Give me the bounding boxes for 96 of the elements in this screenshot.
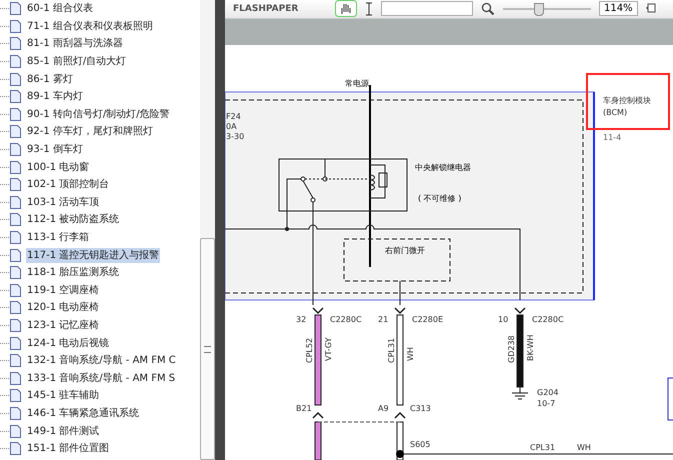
document-icon [10, 372, 21, 385]
document-icon [10, 178, 21, 192]
hand-tool-icon[interactable] [335, 0, 357, 18]
document-icon [10, 90, 21, 104]
tree-item[interactable]: 85-1 前照灯/自动大灯 [26, 54, 128, 70]
wire-color-label: VT-GY [324, 338, 333, 361]
module-name: 车身控制模块 [603, 96, 651, 105]
document-icon [10, 301, 21, 314]
document-icon [10, 55, 21, 68]
document-icon [10, 2, 21, 16]
tree-item[interactable]: 145-1 驻车辅助 [26, 388, 100, 404]
document-icon [10, 406, 21, 420]
tree-item[interactable]: 132-1 音响系统/导航 - AM FM C [26, 353, 177, 368]
pin-number: 21 [378, 315, 388, 324]
document-icon [10, 266, 21, 280]
document-icon [10, 160, 21, 174]
pin-number: 32 [296, 315, 306, 324]
tree-item[interactable]: 118-1 胎压监测系统 [26, 265, 120, 280]
connector-label: C2280E [412, 315, 443, 324]
tree-item[interactable]: 86-1 雾灯 [26, 72, 74, 87]
module-ref: 11-4 [603, 133, 622, 142]
tree-item[interactable]: 92-1 停车灯，尾灯和牌照灯 [26, 124, 154, 140]
wire [314, 422, 322, 460]
tree-item[interactable]: 90-1 转向信号灯/制动灯/危险警 [26, 106, 171, 122]
connector-label: C2280C [330, 315, 362, 324]
tree-item[interactable]: 123-1 记忆座椅 [26, 318, 100, 333]
logo-text: FLASHPAPER [233, 4, 300, 14]
module-abbr: (BCM) [603, 108, 628, 117]
tree-item[interactable]: 112-1 被动防盗系统 [26, 212, 120, 228]
tree-item[interactable]: 117-1 遥控无钥匙进入与报警 [26, 248, 160, 263]
document-icon [10, 231, 21, 244]
fuse-label: 0A [226, 122, 237, 131]
ground-icon [512, 386, 528, 400]
tree-item[interactable]: 124-1 电动后视镜 [26, 336, 110, 351]
tree-item[interactable]: 60-1 组合仪表 [26, 1, 94, 16]
text-select-icon[interactable] [365, 2, 373, 16]
fuse-label: 3-30 [226, 132, 244, 141]
tree-item[interactable]: 151-1 部件位置图 [26, 441, 110, 456]
tree-item[interactable]: 149-1 部件测试 [26, 424, 100, 439]
ground-label: G204 [537, 388, 558, 397]
tree-item[interactable]: 133-1 音响系统/导航 - AM FM S [26, 370, 176, 386]
document-icon [10, 213, 21, 226]
pin-number: B21 [296, 404, 312, 413]
screen-icon[interactable] [646, 2, 656, 15]
search-icon[interactable] [481, 2, 495, 16]
relay-note: ( 不可维修 ) [418, 194, 462, 203]
circuit-label: CPL52 [305, 338, 314, 363]
zoom-field[interactable]: 114% [599, 1, 638, 16]
document-icon [10, 442, 21, 456]
document-icon [10, 318, 21, 332]
wire-color-label: WH [406, 347, 415, 361]
document-icon [10, 336, 21, 350]
document-icon [10, 72, 21, 86]
tree-item[interactable]: 100-1 电动窗 [26, 160, 90, 175]
splice-dot [396, 450, 404, 458]
document-icon [10, 108, 21, 121]
document-icon [10, 20, 21, 33]
splice-label: S605 [410, 440, 430, 449]
switch-label: 右前门微开 [385, 246, 425, 255]
document-icon [10, 143, 21, 156]
slider-thumb[interactable] [534, 2, 544, 16]
tree-item[interactable]: 103-1 活动车顶 [26, 194, 100, 210]
ground-ref: 10-7 [537, 399, 556, 408]
tree-item[interactable]: 120-1 电动座椅 [26, 300, 100, 316]
document-icon [10, 389, 21, 402]
connector-label: C2280C [532, 315, 564, 324]
document-icon [10, 125, 21, 138]
wire-color-label: WH [577, 443, 591, 452]
document-icon [10, 196, 21, 209]
document-icon [10, 37, 21, 50]
scrollbar-thumb[interactable] [200, 238, 215, 460]
document-icon [10, 284, 21, 297]
fuse-label: F24 [226, 112, 241, 121]
circuit-label: CPL31 [387, 338, 396, 363]
tree-item[interactable]: 102-1 顶部控制台 [26, 177, 110, 192]
relay-name: 中央解锁继电器 [415, 163, 471, 172]
power-label: 常电源 [345, 79, 369, 88]
tree-item[interactable]: 146-1 车辆紧急通讯系统 [26, 406, 140, 421]
document-icon [10, 424, 21, 438]
tree-item[interactable]: 89-1 车内灯 [26, 89, 84, 104]
tree-item[interactable]: 81-1 雨刮器与洗涤器 [26, 36, 124, 52]
document-icon [10, 248, 21, 262]
tree-item[interactable]: 93-1 倒车灯 [26, 142, 84, 158]
pin-number: A9 [378, 404, 389, 413]
wire-color-label: BK-WH [526, 334, 535, 361]
connector-label: C313 [410, 404, 431, 413]
circuit-label: GD238 [507, 335, 516, 363]
tree-item[interactable]: 113-1 行李箱 [26, 230, 90, 246]
scrollbar[interactable] [200, 0, 215, 460]
document-icon [10, 354, 21, 368]
tree-item[interactable]: 71-1 组合仪表和仪表板照明 [26, 18, 154, 34]
search-field[interactable] [381, 1, 473, 16]
tree-item[interactable]: 119-1 空调座椅 [26, 282, 100, 298]
pin-number: 10 [498, 315, 508, 324]
circuit-label: CPL31 [530, 443, 556, 452]
zoom-slider[interactable] [503, 2, 591, 15]
